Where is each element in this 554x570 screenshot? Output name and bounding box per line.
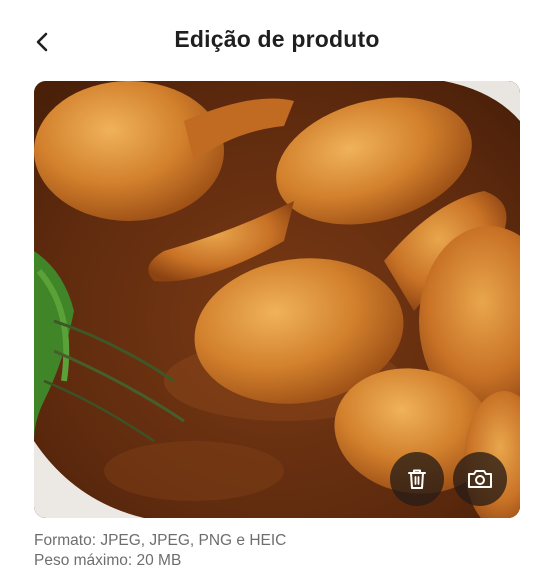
page-title: Edição de produto (174, 26, 380, 52)
max-size-info: Peso máximo: 20 MB (34, 552, 182, 569)
camera-icon (468, 470, 492, 488)
format-info: Formato: JPEG, JPEG, PNG e HEIC (34, 532, 287, 549)
product-photo[interactable] (34, 81, 520, 518)
header: Edição de produto (0, 0, 554, 82)
trash-icon (408, 469, 426, 489)
product-image (34, 81, 520, 518)
change-photo-button[interactable] (453, 452, 507, 506)
delete-photo-button[interactable] (390, 452, 444, 506)
